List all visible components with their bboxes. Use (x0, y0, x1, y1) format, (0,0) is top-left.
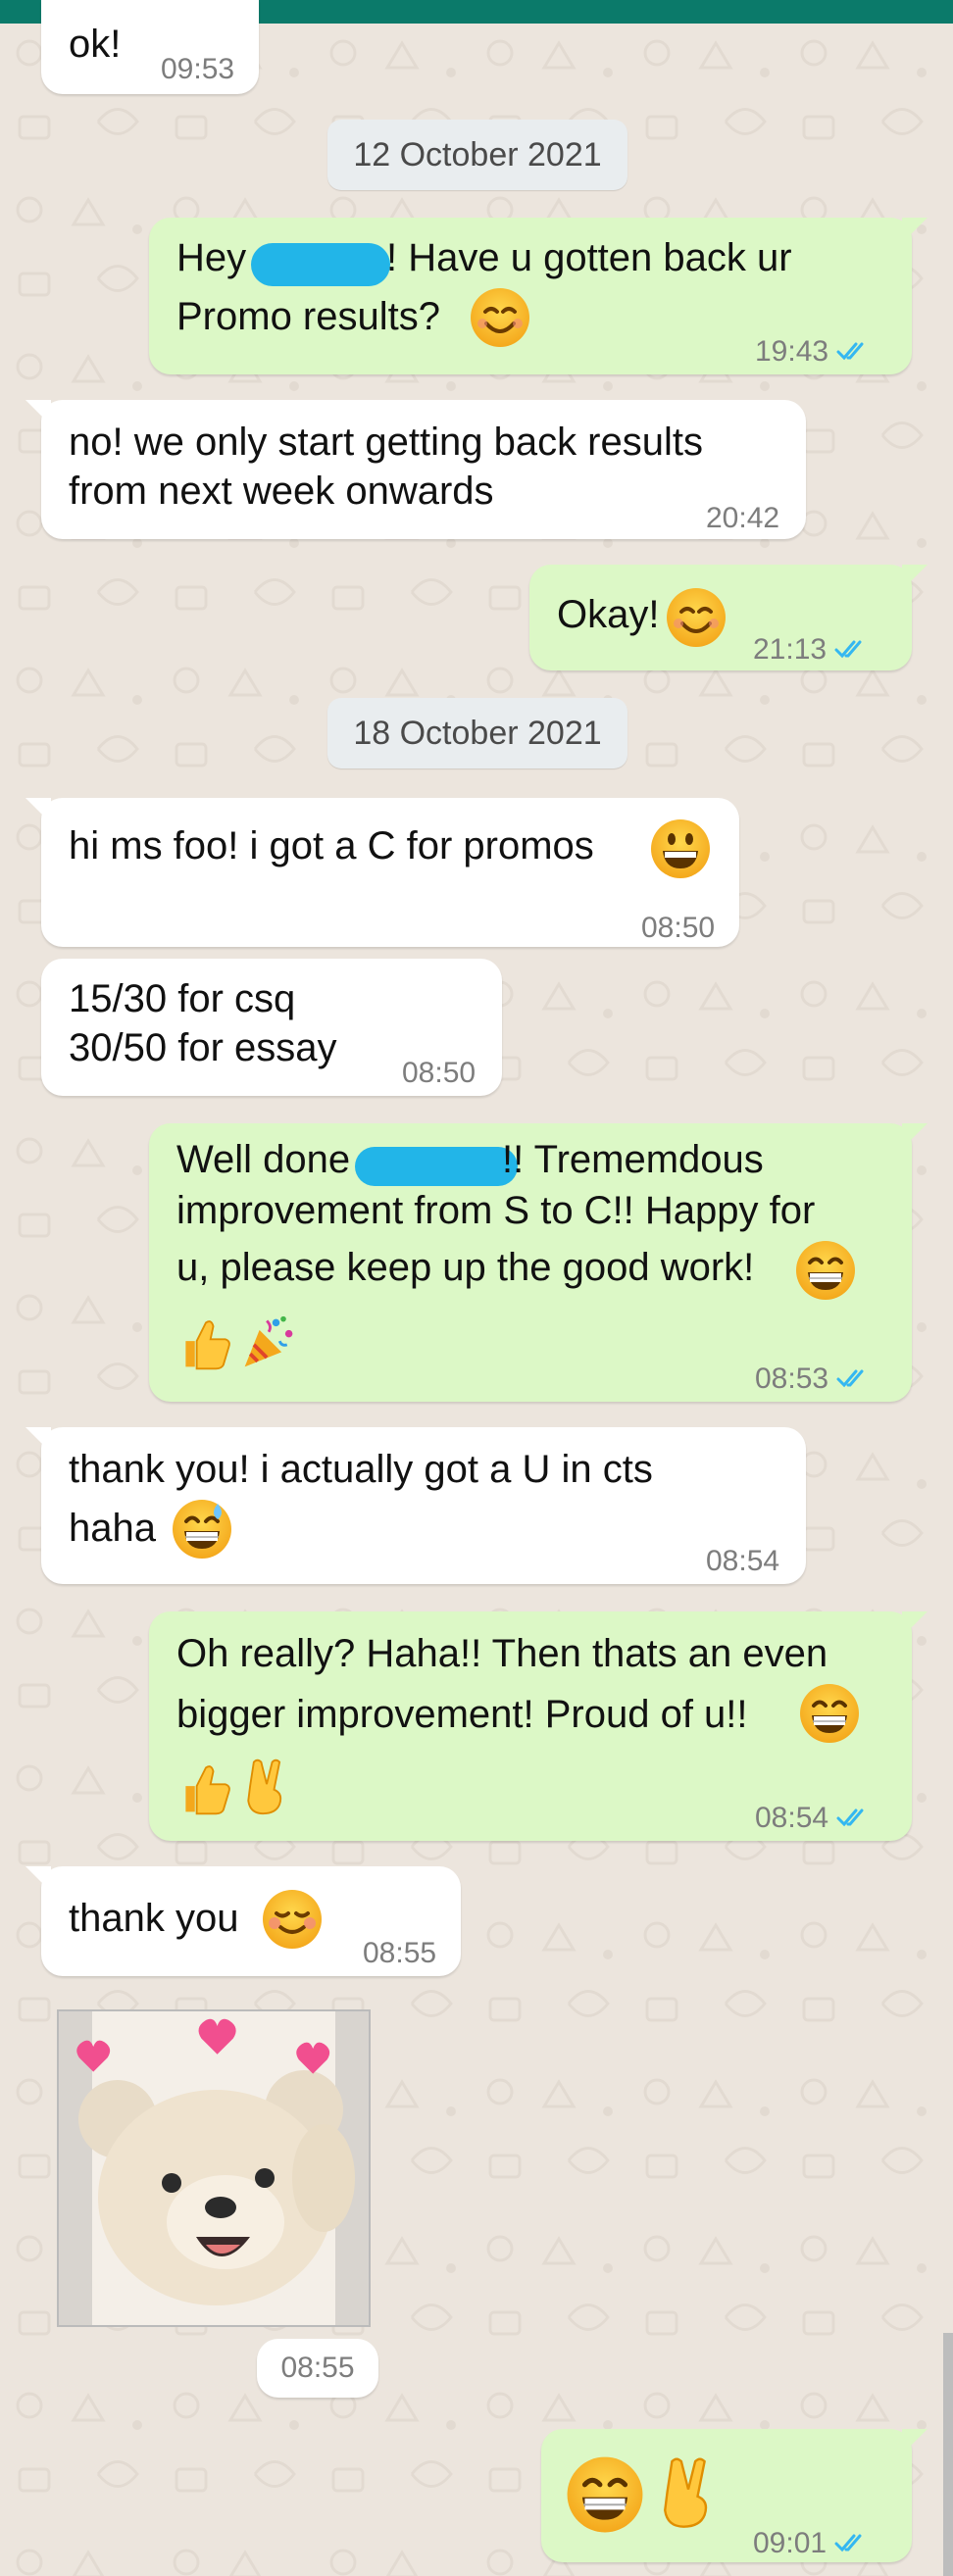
message-text: from next week onwards (69, 470, 494, 513)
message-time: 08:54 (755, 1802, 829, 1834)
bubble-tail (902, 565, 928, 590)
beaming-face-emoji (565, 2454, 645, 2535)
bubble-tail (25, 1866, 51, 1892)
message-time: 08:50 (641, 912, 716, 944)
message-text: bigger improvement! Proud of u!! (176, 1693, 748, 1736)
smiling-face-emoji (469, 286, 531, 349)
message-text: Well done (176, 1138, 351, 1181)
incoming-message[interactable]: 15/30 for csq 30/50 for essay 08:50 (41, 959, 502, 1096)
party-popper-emoji (242, 1313, 295, 1369)
message-text: 15/30 for csq (69, 977, 296, 1020)
message-text: ok! (69, 23, 122, 66)
bubble-tail (902, 218, 928, 243)
message-time: 08:55 (363, 1937, 437, 1969)
message-text: u, please keep up the good work! (176, 1246, 755, 1289)
grinning-sweat-emoji (171, 1498, 233, 1560)
message-time: 08:54 (706, 1545, 780, 1577)
message-text: hi ms foo! i got a C for promos (69, 824, 594, 867)
scrollbar[interactable] (943, 2333, 953, 2576)
message-text: thank you (69, 1897, 239, 1940)
incoming-message[interactable]: thank you 08:55 (25, 1866, 461, 1976)
redacted-name (355, 1147, 518, 1186)
message-meta: 08:53 (755, 1355, 866, 1404)
blushing-face-emoji (261, 1888, 324, 1951)
victory-hand-emoji (664, 2457, 708, 2528)
double-check-icon (834, 640, 862, 658)
sticker-time: 08:55 (257, 2339, 378, 2398)
outgoing-message[interactable]: 09:01 (541, 2429, 928, 2562)
message-time: 08:53 (755, 1362, 829, 1395)
message-time: 08:50 (402, 1057, 476, 1089)
bubble-tail (25, 798, 51, 823)
incoming-message[interactable]: thank you! i actually got a U in cts hah… (25, 1427, 806, 1584)
beaming-face-emoji (798, 1682, 861, 1745)
message-text: haha (69, 1507, 156, 1550)
date-separator: 12 October 2021 (327, 120, 627, 190)
message-meta: 21:13 (753, 625, 864, 674)
message-text: Okay! (557, 593, 660, 636)
message-text: Hey (176, 236, 258, 279)
outgoing-message[interactable]: Hey ! Have u gotten back ur Promo result… (149, 218, 928, 376)
double-check-icon (834, 2534, 862, 2551)
double-check-icon (836, 1369, 864, 1387)
thumbs-up-emoji (184, 1320, 230, 1370)
message-meta: 08:54 (755, 1794, 866, 1843)
beaming-face-emoji (794, 1239, 857, 1302)
incoming-message[interactable]: hi ms foo! i got a C for promos 08:50 (25, 798, 739, 947)
outgoing-message[interactable]: Okay! 21:13 (529, 565, 928, 670)
grinning-face-emoji (651, 819, 710, 878)
message-text: !! Trememdous (502, 1138, 764, 1181)
message-text: ! Have u gotten back ur (386, 236, 792, 279)
message-time: 19:43 (755, 335, 829, 368)
incoming-message[interactable]: no! we only start getting back results f… (25, 400, 806, 539)
bubble-tail (25, 1427, 51, 1453)
teddy-bear-sticker[interactable] (57, 2009, 371, 2327)
message-text: 30/50 for essay (69, 1026, 337, 1069)
date-separator: 18 October 2021 (327, 698, 627, 768)
bubble-tail (902, 2429, 928, 2454)
message-meta: 19:43 (755, 327, 866, 376)
message-time: 20:42 (706, 502, 780, 534)
bubble-tail (902, 1611, 928, 1637)
victory-hand-emoji (247, 1759, 282, 1815)
message-time: 21:13 (753, 633, 828, 666)
teddy-bear-icon (59, 2011, 369, 2325)
message-text: Oh really? Haha!! Then thats an even (176, 1632, 828, 1675)
double-check-icon (836, 1808, 864, 1826)
thumbs-up-emoji (184, 1765, 230, 1815)
message-time: 09:01 (753, 2527, 828, 2559)
message-text: no! we only start getting back results (69, 421, 703, 464)
outgoing-message[interactable]: Oh really? Haha!! Then thats an even big… (149, 1611, 928, 1843)
smiling-face-emoji (665, 586, 727, 649)
outgoing-message[interactable]: Well done !! Trememdous improvement from… (149, 1123, 928, 1404)
message-meta: 09:01 (753, 2519, 864, 2568)
incoming-message[interactable]: ok! 09:53 (41, 0, 259, 94)
message-time: 09:53 (161, 53, 235, 85)
double-check-icon (836, 342, 864, 360)
message-text: thank you! i actually got a U in cts (69, 1448, 653, 1491)
bubble-tail (902, 1123, 928, 1149)
message-text: Promo results? (176, 295, 440, 338)
redacted-name (251, 243, 390, 286)
message-text: improvement from S to C!! Happy for (176, 1189, 816, 1232)
bubble-tail (25, 400, 51, 425)
